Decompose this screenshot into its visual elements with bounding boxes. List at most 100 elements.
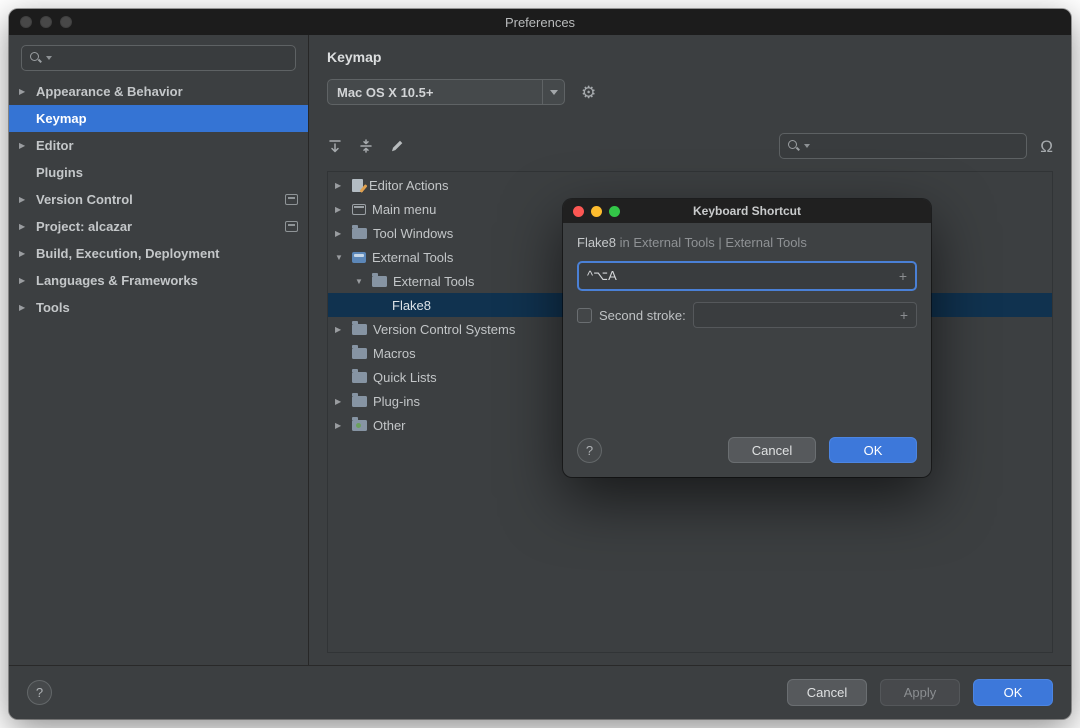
chevron-right-icon[interactable] [335, 205, 352, 214]
sidebar-item-label: Plugins [36, 165, 83, 180]
help-button[interactable]: ? [27, 680, 52, 705]
chevron-down-icon[interactable] [335, 253, 352, 262]
chevron-right-icon[interactable] [19, 195, 36, 204]
sidebar-item-label: Appearance & Behavior [36, 84, 183, 99]
chevron-right-icon[interactable] [19, 87, 36, 96]
chevron-right-icon[interactable] [19, 141, 36, 150]
first-stroke-input[interactable]: ^⌥A + [577, 261, 917, 291]
second-stroke-checkbox[interactable] [577, 307, 592, 323]
sidebar-item-plugins[interactable]: Plugins [9, 159, 308, 186]
chevron-right-icon[interactable] [335, 421, 352, 430]
combo-caret-box[interactable] [542, 80, 564, 104]
keymap-scheme-value: Mac OS X 10.5+ [337, 84, 434, 100]
close-window-icon[interactable] [20, 16, 32, 28]
sidebar-item-appearance-behavior[interactable]: Appearance & Behavior [9, 78, 308, 105]
collapse-all-icon[interactable] [358, 138, 374, 154]
settings-search-input[interactable] [55, 50, 288, 66]
action-context: in External Tools | External Tools [619, 235, 807, 250]
external-tools-icon [352, 251, 366, 263]
sidebar-item-label: Editor [36, 138, 74, 153]
project-settings-icon [285, 194, 298, 205]
second-stroke-row: Second stroke: + [577, 302, 917, 328]
project-settings-icon [285, 221, 298, 232]
search-icon [29, 51, 43, 65]
main-menu-icon [352, 203, 366, 215]
search-options-caret-icon[interactable] [46, 56, 52, 60]
sidebar-item-build-execution-deployment[interactable]: Build, Execution, Deployment [9, 240, 308, 267]
tree-item-label: Flake8 [392, 297, 432, 313]
action-search-field[interactable] [779, 133, 1028, 159]
action-name: Flake8 [577, 235, 617, 250]
zoom-window-icon[interactable] [609, 206, 620, 217]
window-title: Preferences [504, 14, 576, 30]
window-titlebar: Preferences [9, 9, 1071, 35]
find-by-shortcut-icon[interactable]: Ω [1040, 138, 1053, 155]
keymap-toolbar: Ω [327, 133, 1053, 159]
chevron-down-icon[interactable] [355, 277, 372, 286]
traffic-lights [20, 16, 72, 28]
settings-sidebar: Appearance & Behavior Keymap Editor Plug… [9, 35, 309, 665]
add-stroke-icon[interactable]: + [900, 307, 908, 323]
tree-item-editor-actions[interactable]: Editor Actions [328, 173, 1052, 197]
chevron-right-icon[interactable] [19, 222, 36, 231]
dialog-body: Flake8 in External Tools | External Tool… [563, 223, 931, 477]
chevron-right-icon[interactable] [335, 229, 352, 238]
tree-item-label: External Tools [393, 273, 475, 289]
folder-icon [352, 368, 367, 383]
sidebar-item-label: Keymap [36, 111, 87, 126]
settings-search-field[interactable] [21, 45, 296, 71]
dialog-spacer [577, 328, 917, 437]
cancel-button[interactable]: Cancel [728, 437, 816, 463]
second-stroke-input[interactable]: + [692, 302, 917, 328]
zoom-window-icon[interactable] [60, 16, 72, 28]
keymap-scheme-select[interactable]: Mac OS X 10.5+ [327, 79, 565, 105]
sidebar-item-editor[interactable]: Editor [9, 132, 308, 159]
sidebar-item-version-control[interactable]: Version Control [9, 186, 308, 213]
tree-item-label: Tool Windows [373, 225, 454, 241]
sidebar-item-keymap[interactable]: Keymap [9, 105, 308, 132]
close-window-icon[interactable] [573, 206, 584, 217]
chevron-down-icon [549, 89, 558, 95]
chevron-right-icon[interactable] [335, 325, 352, 334]
minimize-window-icon[interactable] [40, 16, 52, 28]
sidebar-item-project-alcazar[interactable]: Project: alcazar [9, 213, 308, 240]
settings-nav: Appearance & Behavior Keymap Editor Plug… [9, 78, 308, 321]
cancel-button[interactable]: Cancel [787, 679, 867, 706]
tree-item-label: Main menu [372, 201, 437, 217]
folder-icon [352, 392, 367, 407]
chevron-right-icon[interactable] [335, 181, 352, 190]
chevron-right-icon[interactable] [19, 249, 36, 258]
preferences-window: Preferences Appearance & Behavior [9, 9, 1071, 719]
dialog-buttons: ? Cancel OK [577, 437, 917, 463]
other-folder-icon [352, 416, 367, 431]
search-options-caret-icon[interactable] [804, 144, 811, 148]
minimize-window-icon[interactable] [591, 206, 602, 217]
help-button[interactable]: ? [577, 437, 602, 463]
dialog-titlebar: Keyboard Shortcut [563, 199, 931, 223]
first-stroke-value: ^⌥A [587, 268, 617, 283]
page: Preferences Appearance & Behavior [0, 0, 1080, 728]
add-stroke-icon[interactable]: + [899, 268, 907, 284]
tree-item-label: Macros [373, 345, 416, 361]
chevron-right-icon[interactable] [335, 397, 352, 406]
chevron-right-icon[interactable] [19, 303, 36, 312]
sidebar-item-label: Languages & Frameworks [36, 273, 198, 288]
tree-item-label: Quick Lists [373, 369, 437, 385]
edit-shortcut-icon[interactable] [389, 138, 405, 154]
dialog-footer: ? Cancel Apply OK [9, 665, 1071, 719]
sidebar-item-label: Tools [36, 300, 70, 315]
sidebar-item-label: Build, Execution, Deployment [36, 246, 220, 261]
ok-button[interactable]: OK [829, 437, 917, 463]
scheme-row: Mac OS X 10.5+ ⚙ [327, 79, 1053, 105]
folder-icon [352, 344, 367, 359]
sidebar-item-tools[interactable]: Tools [9, 294, 308, 321]
ok-button[interactable]: OK [973, 679, 1053, 706]
chevron-right-icon[interactable] [19, 276, 36, 285]
gear-icon[interactable]: ⚙ [581, 84, 596, 101]
sidebar-item-label: Project: alcazar [36, 219, 133, 234]
tree-item-label: Plug-ins [373, 393, 420, 409]
action-search-input[interactable] [813, 138, 1020, 154]
sidebar-item-label: Version Control [36, 192, 133, 207]
expand-all-icon[interactable] [327, 138, 343, 154]
sidebar-item-languages-frameworks[interactable]: Languages & Frameworks [9, 267, 308, 294]
